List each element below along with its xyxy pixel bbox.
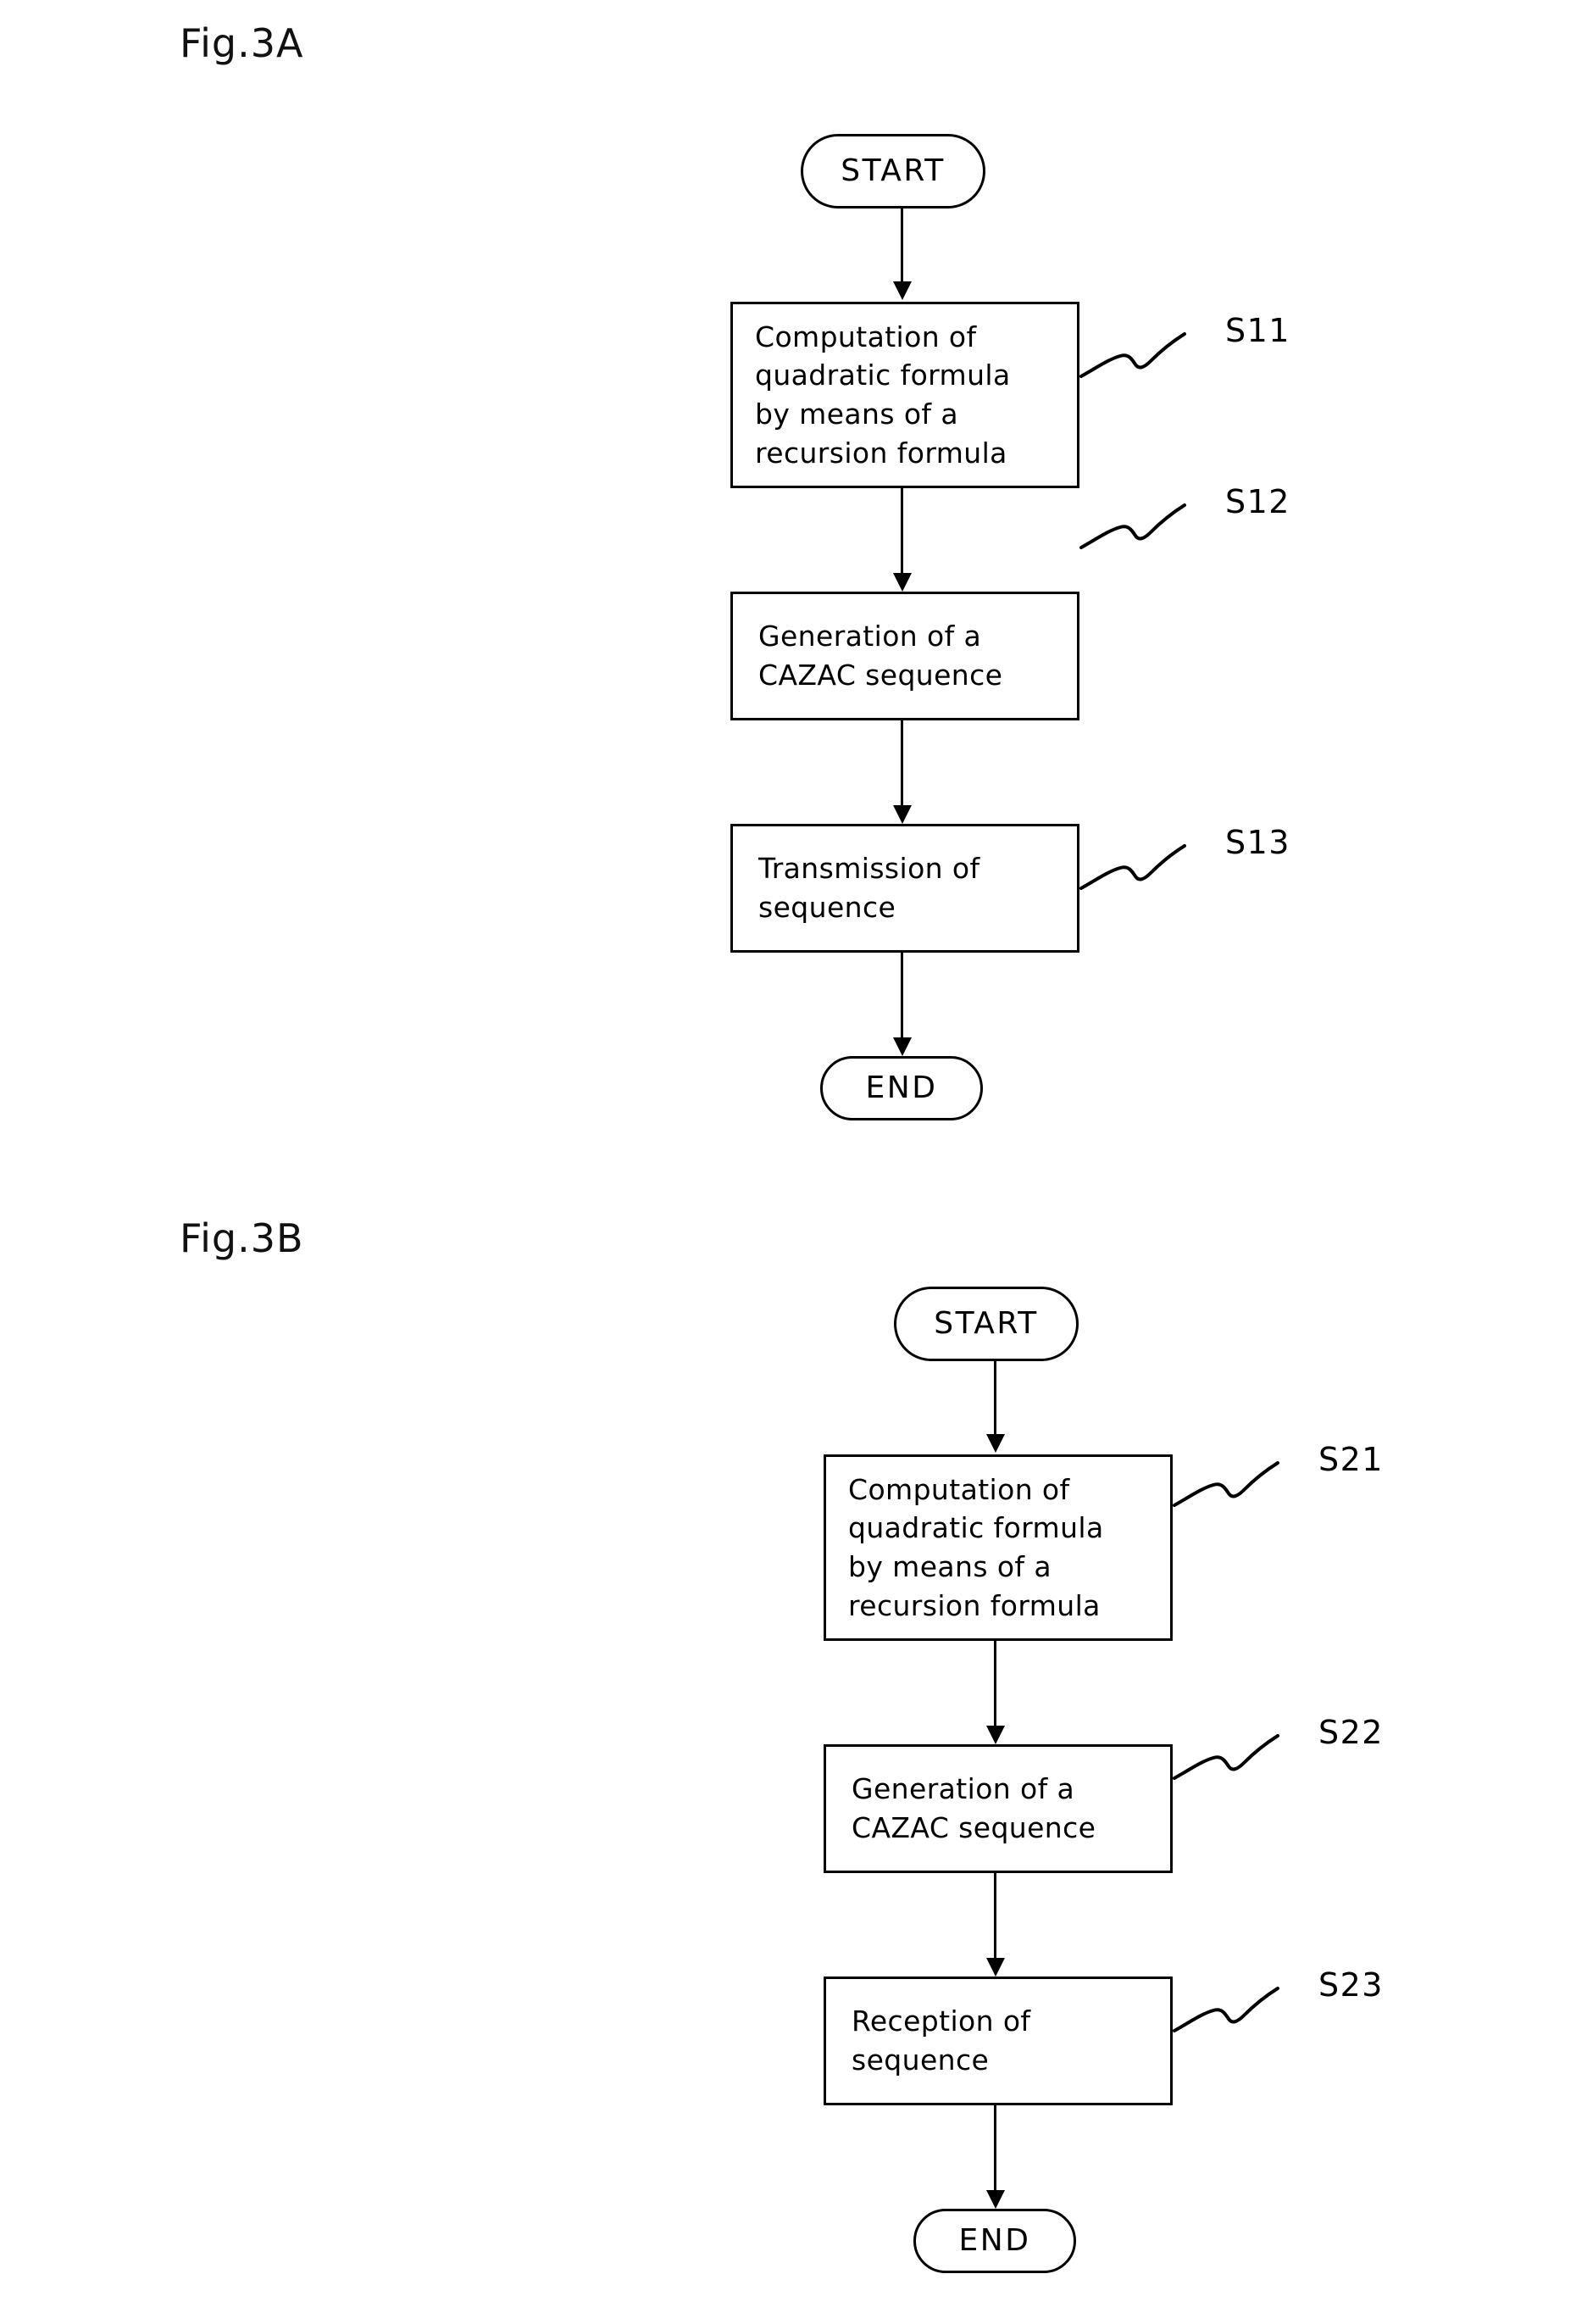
figure-3a-leader-line-s13 [1079, 844, 1186, 890]
figure-3a-connector-start-to-s11 [893, 208, 912, 300]
figure-3b-leader-line-s21 [1173, 1461, 1279, 1507]
figure-3a-connector-s11-to-s12 [893, 488, 912, 592]
figure-3a-ref-label-s11: S11 [1225, 312, 1290, 349]
figure-3b-step-box-s21: Computation of quadratic formula by mean… [824, 1454, 1173, 1641]
figure-3a-leader-line-s11 [1079, 332, 1186, 378]
figure-3a-step-box-s12: Generation of a CAZAC sequence [730, 592, 1079, 720]
patent-figure-sheet: Fig.3A START Computation of quadratic fo… [0, 0, 1576, 2324]
figure-3a-connector-s12-to-s13 [893, 720, 912, 824]
figure-3b-step-text-s23: Reception of sequence [852, 2004, 1031, 2077]
figure-3b-end-label: END [958, 2223, 1031, 2258]
figure-3b-caption: Fig.3B [180, 1215, 304, 1261]
figure-3b-start-terminator: START [894, 1287, 1079, 1361]
figure-3a-callout-s11: S11 [1079, 312, 1334, 393]
figure-3a-step-box-s13: Transmission of sequence [730, 824, 1079, 953]
figure-3a-step-text-s13: Transmission of sequence [758, 852, 980, 924]
figure-3b-connector-s23-to-end [986, 2105, 1005, 2209]
figure-3b-callout-s21: S21 [1173, 1441, 1427, 1522]
figure-3b-step-text-s22: Generation of a CAZAC sequence [852, 1772, 1096, 1844]
figure-3a-step-box-s11: Computation of quadratic formula by mean… [730, 302, 1079, 488]
figure-3b-ref-label-s22: S22 [1318, 1714, 1384, 1751]
figure-3a-start-terminator: START [801, 134, 985, 208]
figure-3b-connector-start-to-s21 [986, 1361, 1005, 1453]
figure-3b-callout-s22: S22 [1173, 1714, 1427, 1795]
figure-3a-start-label: START [841, 153, 946, 188]
figure-3a-leader-line-s12 [1079, 503, 1186, 549]
figure-3a-callout-s12: S12 [1079, 483, 1334, 564]
figure-3b-end-terminator: END [913, 2209, 1076, 2273]
figure-3a-step-text-s12: Generation of a CAZAC sequence [758, 620, 1003, 692]
figure-3b-step-box-s23: Reception of sequence [824, 1977, 1173, 2105]
figure-3b-connector-s21-to-s22 [986, 1641, 1005, 1744]
figure-3a-end-label: END [865, 1070, 938, 1105]
figure-3b-step-text-s21: Computation of quadratic formula by mean… [848, 1472, 1104, 1622]
figure-3b-start-label: START [934, 1306, 1039, 1341]
figure-3b-leader-line-s22 [1173, 1734, 1279, 1780]
figure-3a-callout-s13: S13 [1079, 824, 1334, 905]
figure-3b-connector-s22-to-s23 [986, 1873, 1005, 1977]
figure-3b-leader-line-s23 [1173, 1987, 1279, 2032]
figure-3a-caption: Fig.3A [180, 20, 304, 66]
figure-3a-end-terminator: END [820, 1056, 983, 1120]
figure-3a-step-text-s11: Computation of quadratic formula by mean… [755, 320, 1011, 470]
figure-3b-callout-s23: S23 [1173, 1966, 1427, 2048]
figure-3b-step-box-s22: Generation of a CAZAC sequence [824, 1744, 1173, 1873]
figure-3a-ref-label-s13: S13 [1225, 824, 1290, 861]
figure-3b-ref-label-s23: S23 [1318, 1966, 1384, 2004]
figure-3a-ref-label-s12: S12 [1225, 483, 1290, 520]
figure-3b-ref-label-s21: S21 [1318, 1441, 1384, 1478]
figure-3a-connector-s13-to-end [893, 953, 912, 1056]
